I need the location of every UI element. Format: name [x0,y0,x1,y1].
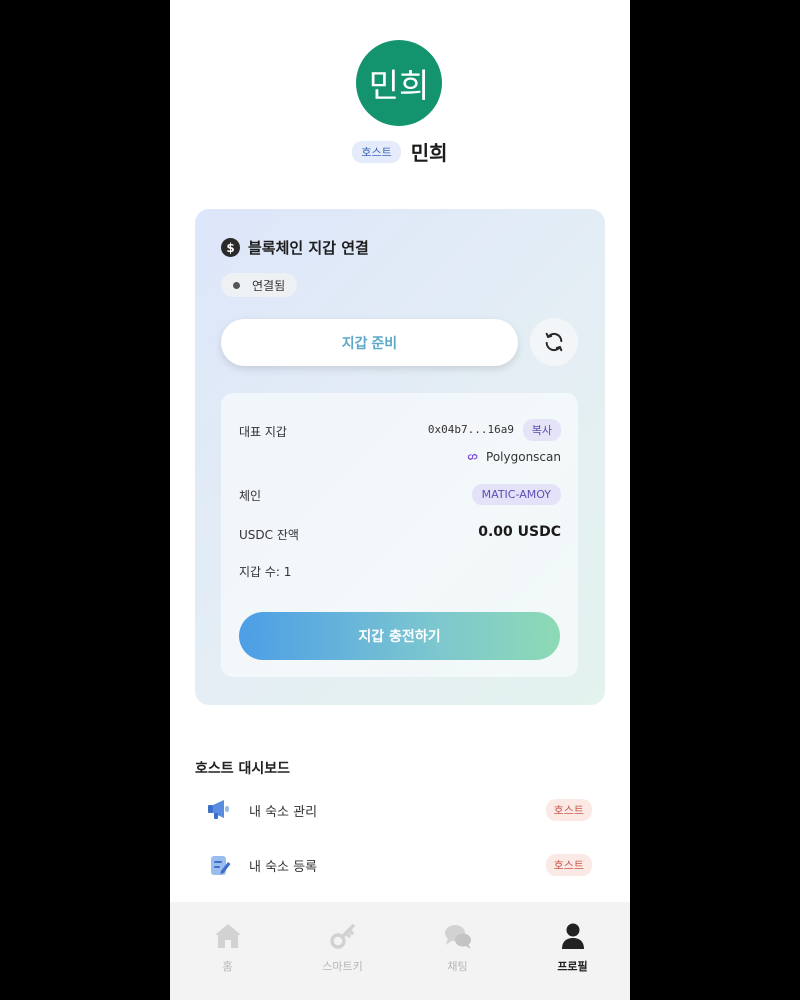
wallet-count: 지갑 수: 1 [239,565,292,579]
nav-item-profile[interactable]: 프로필 [515,902,630,1000]
nav-item-chat[interactable]: 채팅 [400,902,515,1000]
balance-label: USDC 잔액 [239,528,299,542]
chain-badge: MATIC-AMOY [471,484,561,505]
wallet-address: 0x04b7...16a9 [427,423,514,436]
menu-item-register-listing[interactable]: 내 숙소 등록 호스트 [195,845,605,885]
polygonscan-label: Polygonscan [486,450,561,464]
wallet-info-box: 대표 지갑 0x04b7...16a9 복사 Polygonscan 체인 MA… [221,393,578,677]
wallet-card: $ 블록체인 지갑 연결 연결됨 지갑 준비 대표 지갑 0x04b7...16… [195,209,605,705]
nav-label-smartkey: 스마트키 [322,960,363,973]
polygon-icon [467,453,478,460]
chain-label: 체인 [239,489,262,503]
connection-status-text: 연결됨 [252,278,286,293]
app-screen: 민희 호스트 민희 $ 블록체인 지갑 연결 연결됨 지갑 준비 대표 지갑 0… [170,0,630,1000]
menu-item-manage-listing[interactable]: 내 숙소 관리 호스트 [195,790,605,830]
polygonscan-link[interactable]: Polygonscan [466,450,561,464]
status-dot-icon [233,281,240,289]
host-dashboard-title: 호스트 대시보드 [195,761,291,777]
host-badge: 호스트 [545,854,592,876]
wallet-title-row: $ 블록체인 지갑 연결 [221,237,369,258]
home-icon [214,924,241,948]
copy-address-button[interactable]: 복사 [522,419,561,441]
megaphone-icon [207,797,233,823]
nav-label-chat: 채팅 [447,960,468,973]
refresh-icon [545,332,563,352]
chat-icon [444,925,471,949]
nav-item-smartkey[interactable]: 스마트키 [285,902,400,1000]
nav-item-home[interactable]: 홈 [170,902,285,1000]
edit-document-icon [207,852,233,878]
host-badge: 호스트 [545,799,592,821]
nav-label-home: 홈 [222,960,233,973]
balance-value: 0.00 USDC [478,524,561,540]
wallet-ready-button[interactable]: 지갑 준비 [221,319,518,366]
rep-wallet-label: 대표 지갑 [239,425,287,439]
dollar-icon: $ [221,238,240,257]
user-name: 민희 [410,141,448,165]
nav-label-profile: 프로필 [557,960,588,973]
avatar: 민희 [356,40,442,126]
refresh-button[interactable] [530,318,578,366]
person-icon [561,923,584,949]
menu-item-label: 내 숙소 등록 [249,859,318,875]
connection-status-badge: 연결됨 [221,273,298,297]
role-badge: 호스트 [352,140,401,163]
key-icon [329,924,355,949]
menu-item-label: 내 숙소 관리 [249,804,318,820]
wallet-title: 블록체인 지갑 연결 [248,239,369,257]
charge-wallet-button[interactable]: 지갑 충전하기 [239,612,560,660]
profile-name-row: 호스트 민희 [170,137,630,166]
bottom-nav: 홈 스마트키 채팅 프로필 [170,902,630,1000]
